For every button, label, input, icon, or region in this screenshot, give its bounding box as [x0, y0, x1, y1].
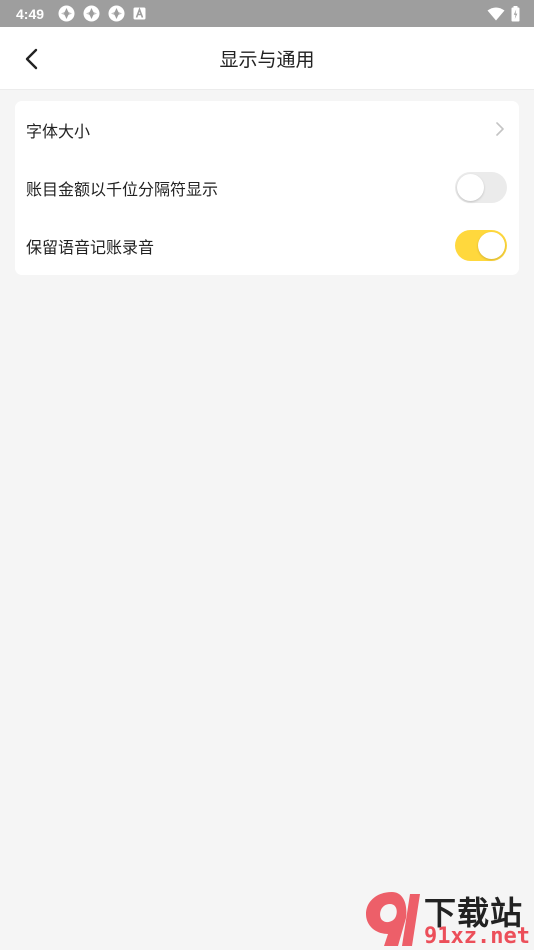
a-icon: [133, 7, 146, 20]
toggle-knob: [457, 174, 484, 201]
setting-row-font-size[interactable]: 字体大小: [15, 101, 519, 159]
thousands-separator-toggle[interactable]: [455, 172, 507, 203]
watermark-logo-icon: [366, 892, 420, 946]
setting-row-thousands-separator: 账目金额以千位分隔符显示: [15, 159, 519, 217]
chevron-right-icon: [496, 122, 504, 136]
status-time: 4:49: [16, 5, 45, 22]
wifi-icon: [487, 7, 505, 20]
battery-icon: [511, 5, 520, 21]
app-header: 显示与通用: [0, 27, 534, 90]
keep-voice-recording-toggle[interactable]: [455, 230, 507, 261]
app-icon: [83, 5, 100, 22]
watermark-text-bottom: 91xz.net: [424, 924, 530, 949]
setting-label-thousands-separator: 账目金额以千位分隔符显示: [26, 180, 219, 199]
status-system-icons: [487, 5, 520, 22]
app-icon: [108, 5, 125, 22]
app-icon: [58, 5, 75, 22]
setting-label-font-size: 字体大小: [26, 122, 91, 141]
status-bar: 4:49: [0, 0, 534, 27]
setting-label-keep-voice-recording: 保留语音记账录音: [26, 238, 155, 257]
settings-card: 字体大小 账目金额以千位分隔符显示 保留语音记账录音: [15, 101, 519, 275]
toggle-knob: [478, 232, 505, 259]
status-notification-icons: [58, 5, 146, 22]
watermark: 下载站 91xz.net: [362, 888, 532, 949]
setting-row-keep-voice-recording: 保留语音记账录音: [15, 217, 519, 275]
page-title: 显示与通用: [219, 49, 315, 71]
